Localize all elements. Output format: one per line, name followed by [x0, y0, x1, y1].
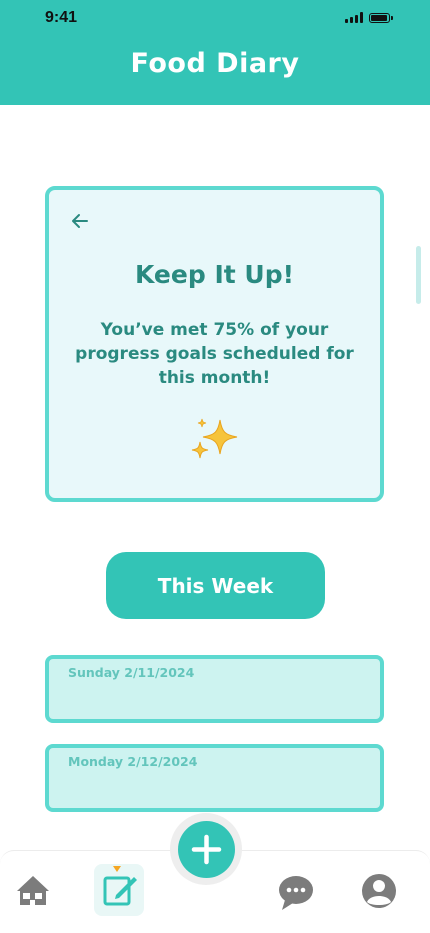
card-title: Keep It Up! [135, 260, 294, 289]
battery-icon [369, 12, 393, 23]
card-message: You’ve met 75% of your progress goals sc… [75, 320, 354, 388]
day-label: Monday 2/12/2024 [68, 754, 198, 769]
signal-icon [345, 12, 363, 23]
this-week-button[interactable]: This Week [106, 552, 325, 619]
motivation-card: Keep It Up! You’ve met 75% of your progr… [45, 186, 384, 502]
sparkles-icon [191, 418, 238, 459]
scrollbar[interactable] [416, 246, 421, 304]
day-label: Sunday 2/11/2024 [68, 665, 195, 680]
day-entry[interactable]: Sunday 2/11/2024 [45, 655, 384, 723]
chat-icon [279, 876, 313, 910]
plus-icon [191, 834, 222, 865]
profile-icon [362, 874, 396, 908]
nav-home[interactable] [8, 864, 58, 916]
app-header: 9:41 Food Diary [0, 0, 430, 105]
status-time: 9:41 [45, 9, 78, 26]
add-entry-button[interactable] [178, 821, 235, 878]
page-title: Food Diary [130, 48, 300, 79]
nav-chat[interactable] [271, 864, 321, 916]
back-arrow-icon[interactable] [69, 210, 91, 232]
day-entry[interactable]: Monday 2/12/2024 [45, 744, 384, 812]
active-indicator [113, 866, 121, 872]
home-icon [17, 876, 49, 905]
nav-profile[interactable] [354, 864, 404, 916]
status-icons [345, 12, 393, 23]
